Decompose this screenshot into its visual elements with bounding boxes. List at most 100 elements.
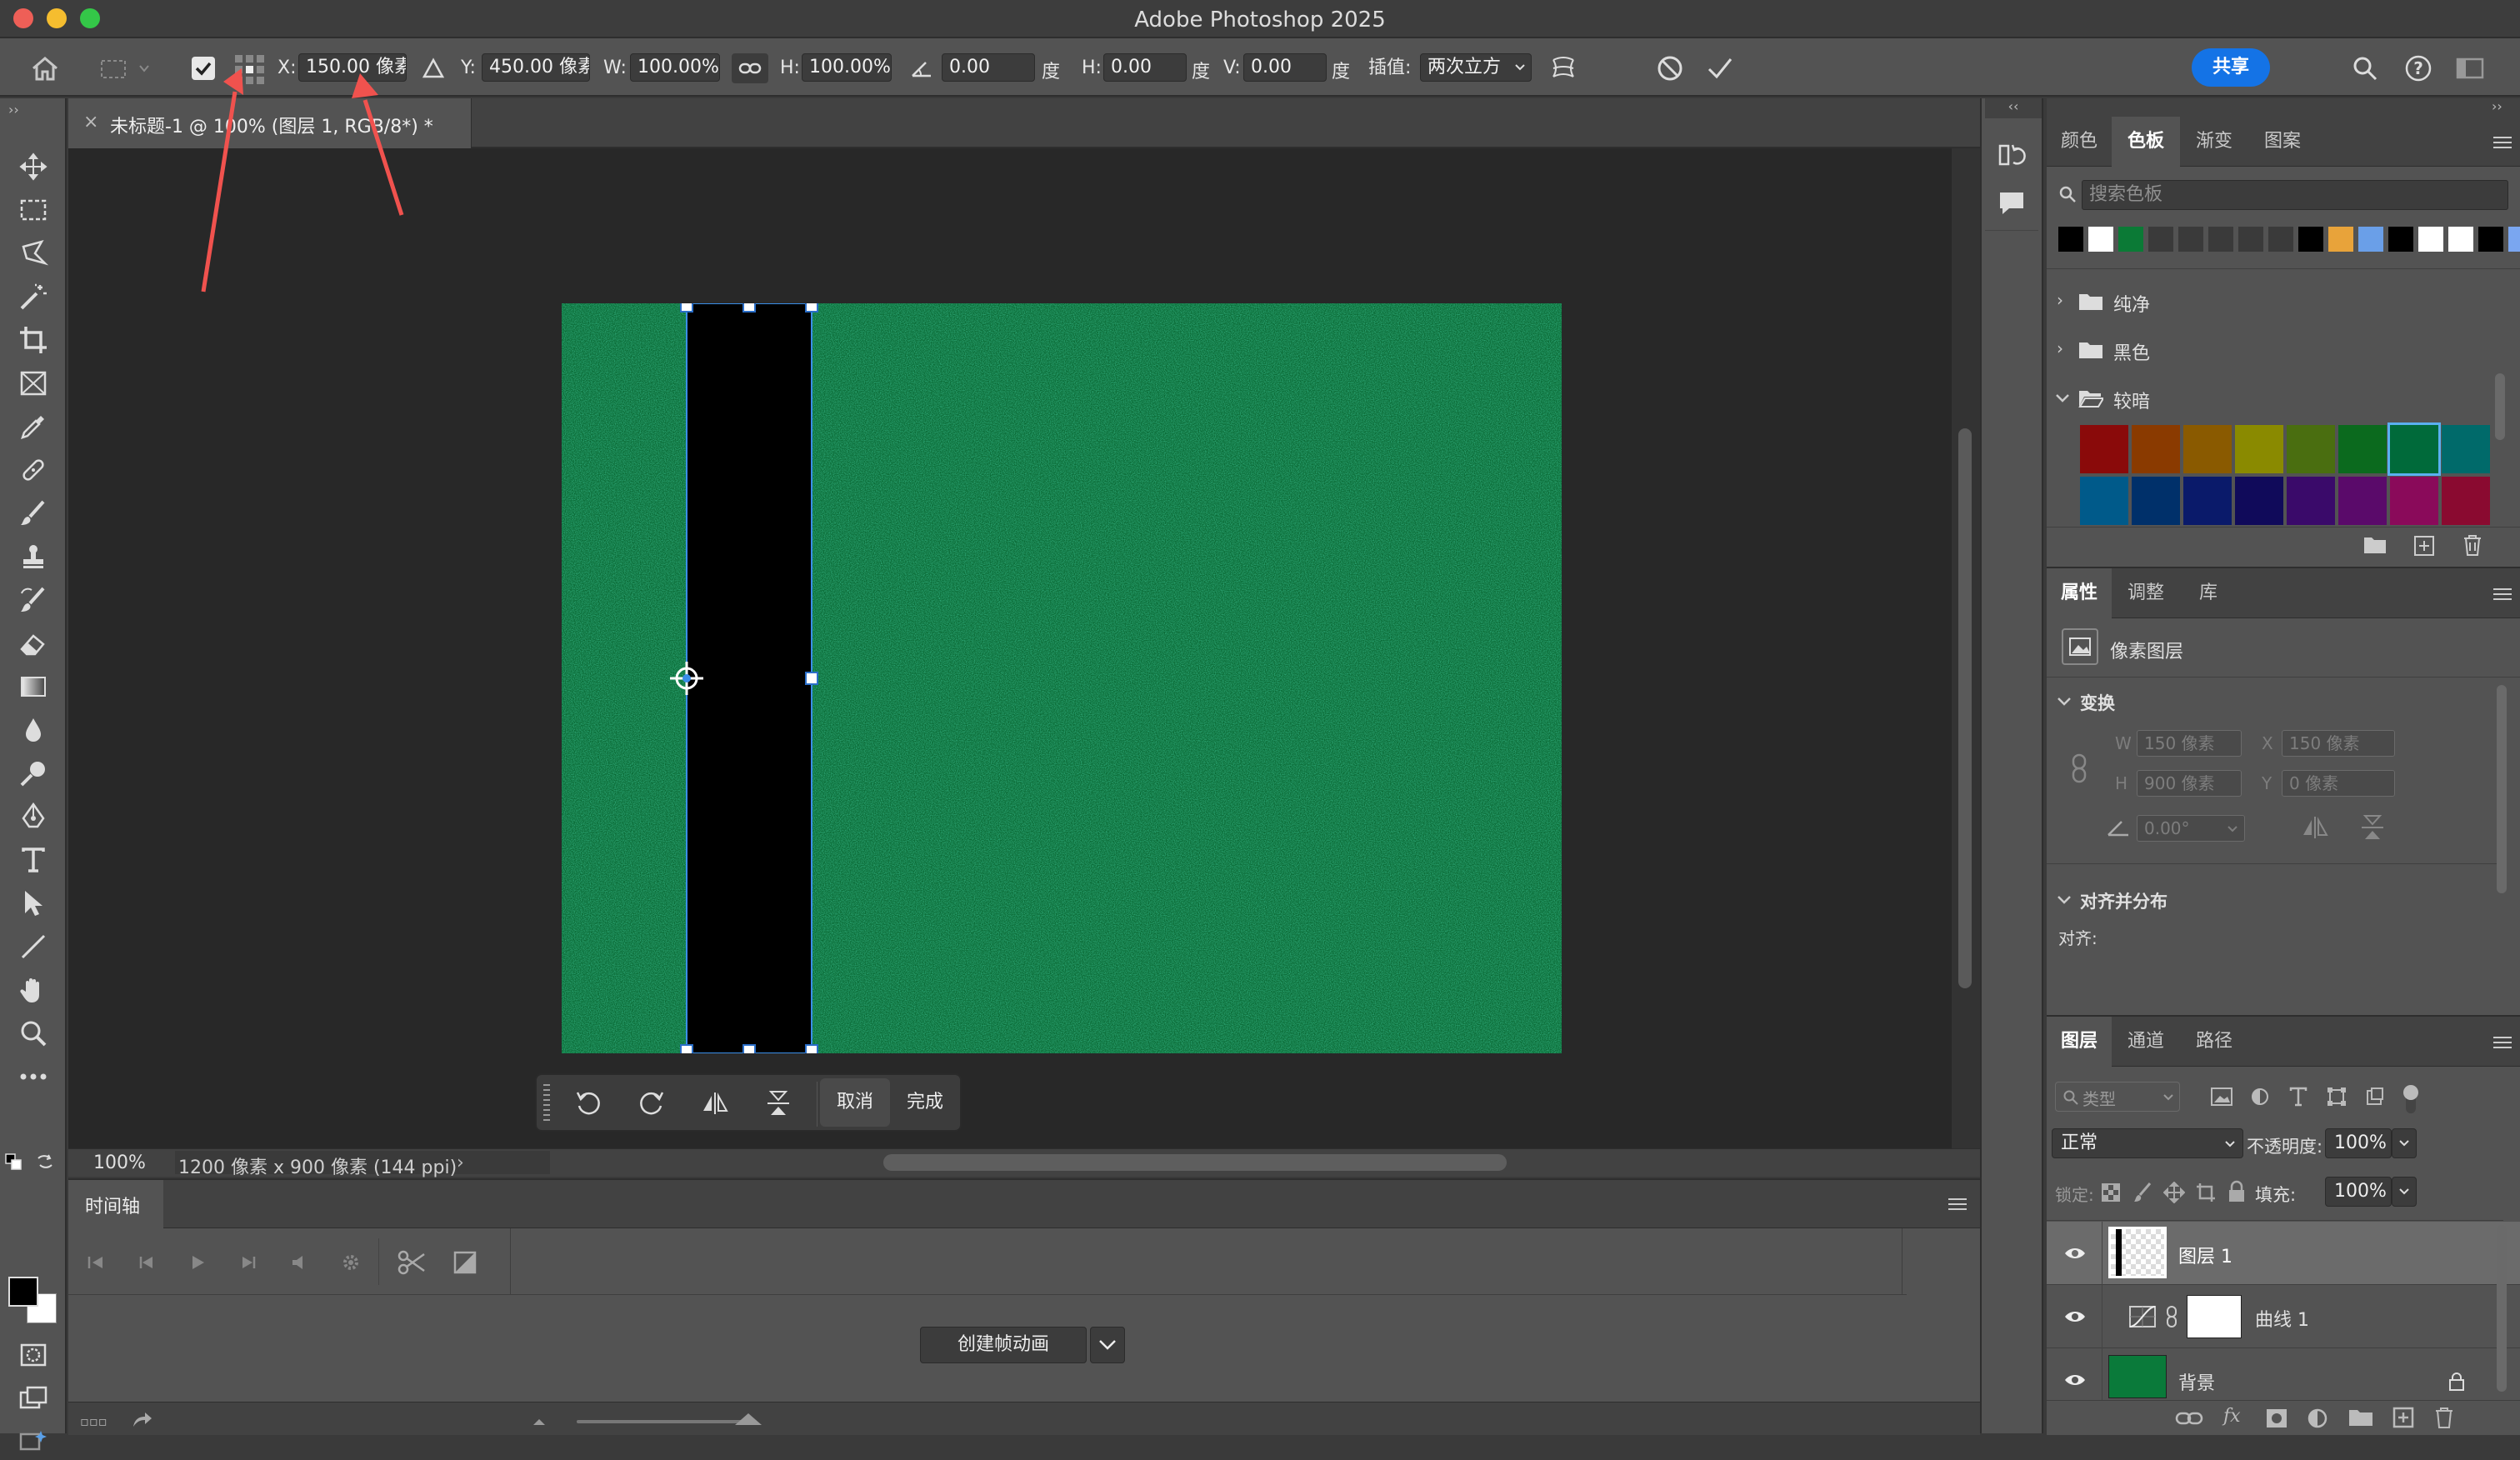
timeline-title[interactable]: 时间轴: [85, 1192, 140, 1218]
recent-swatch[interactable]: [2478, 227, 2503, 252]
commit-transform-icon[interactable]: [1703, 52, 1737, 85]
blend-mode-select[interactable]: 正常: [2052, 1128, 2243, 1158]
canvas-vertical-scrollbar[interactable]: [1952, 148, 1980, 1148]
color-swatch[interactable]: [2183, 477, 2232, 525]
timeline-menu-icon[interactable]: [1948, 1198, 1967, 1210]
color-swatch[interactable]: [2390, 477, 2438, 525]
recent-swatch[interactable]: [2058, 227, 2083, 252]
tab-color[interactable]: 颜色: [2047, 117, 2112, 167]
previous-frame-icon[interactable]: [132, 1250, 160, 1275]
layer-filter-select[interactable]: 类型: [2055, 1082, 2180, 1112]
comments-panel-icon[interactable]: [1993, 185, 2030, 222]
filter-shape-icon[interactable]: [2327, 1087, 2347, 1107]
lock-pixels-icon[interactable]: [2133, 1182, 2153, 1203]
lock-icon[interactable]: [2448, 1372, 2465, 1392]
recent-swatch[interactable]: [2268, 227, 2293, 252]
layer-1-thumbnail[interactable]: [2108, 1227, 2167, 1278]
collapse-panels-icon[interactable]: ››: [2492, 98, 2502, 114]
color-swatch[interactable]: [2442, 477, 2490, 525]
timeline-frames-icon[interactable]: ▫▫▫: [80, 1413, 108, 1429]
zoom-in-timeline-icon[interactable]: [732, 1410, 765, 1427]
drag-handle-icon[interactable]: [540, 1080, 553, 1127]
path-selection-tool-icon[interactable]: [15, 885, 52, 922]
layer-row-layer-1[interactable]: 图层 1: [2047, 1222, 2520, 1285]
opacity-dropdown[interactable]: [2392, 1128, 2417, 1158]
zoom-tool-icon[interactable]: [15, 1015, 52, 1052]
timeline-zoom-slider[interactable]: [577, 1420, 743, 1423]
fill-input[interactable]: 100%: [2325, 1177, 2392, 1207]
timeline-settings-icon[interactable]: [337, 1250, 365, 1275]
rotate-right-icon[interactable]: [633, 1087, 670, 1120]
lock-position-icon[interactable]: [2163, 1182, 2185, 1203]
chevron-down-icon[interactable]: [2057, 895, 2072, 905]
color-swatch[interactable]: [2080, 477, 2128, 525]
width-percent-input[interactable]: 100.00%: [630, 53, 720, 82]
visibility-eye-icon[interactable]: [2063, 1372, 2087, 1388]
recent-swatch[interactable]: [2238, 227, 2263, 252]
tab-layers[interactable]: 图层: [2047, 1017, 2112, 1067]
color-swatch[interactable]: [2338, 425, 2387, 473]
transform-handle-bottom-right[interactable]: [805, 1044, 818, 1053]
color-swatch[interactable]: [2183, 425, 2232, 473]
recent-swatch[interactable]: [2118, 227, 2143, 252]
zoom-level[interactable]: 100%: [93, 1152, 146, 1173]
rotate-left-icon[interactable]: [570, 1087, 607, 1120]
new-group-folder-icon[interactable]: [2363, 535, 2387, 555]
recent-swatch[interactable]: [2178, 227, 2203, 252]
gradient-tool-icon[interactable]: [15, 668, 52, 705]
foreground-color-swatch[interactable]: [8, 1277, 38, 1307]
flip-horizontal-icon[interactable]: [697, 1087, 733, 1120]
line-tool-icon[interactable]: [15, 928, 52, 965]
layers-menu-icon[interactable]: [2493, 1037, 2512, 1048]
document-info-chevron-icon[interactable]: ›: [457, 1152, 464, 1173]
animation-type-dropdown[interactable]: [1090, 1327, 1125, 1363]
link-dimensions-icon[interactable]: [2070, 753, 2088, 783]
new-adjustment-layer-icon[interactable]: [2307, 1408, 2328, 1429]
search-icon[interactable]: [2348, 52, 2382, 85]
play-icon[interactable]: [183, 1250, 212, 1275]
split-scissors-icon[interactable]: [395, 1248, 428, 1277]
frame-tool-icon[interactable]: [15, 365, 52, 402]
color-swatch[interactable]: [2132, 477, 2180, 525]
audio-icon[interactable]: [285, 1250, 313, 1275]
history-brush-tool-icon[interactable]: [15, 582, 52, 618]
transition-icon[interactable]: [448, 1248, 482, 1277]
more-tools-icon[interactable]: [15, 1058, 52, 1095]
magic-wand-tool-icon[interactable]: [15, 278, 52, 315]
background-thumbnail[interactable]: [2108, 1355, 2167, 1398]
document-info[interactable]: 1200 像素 x 900 像素 (144 ppi): [178, 1152, 457, 1179]
lock-all-icon[interactable]: [2227, 1180, 2247, 1203]
properties-menu-icon[interactable]: [2493, 588, 2512, 600]
swatch-group-dark[interactable]: 较暗: [2047, 378, 2503, 420]
lock-transparent-icon[interactable]: [2102, 1183, 2120, 1202]
default-colors-icon[interactable]: [5, 1153, 22, 1170]
black-rectangle-layer[interactable]: [687, 303, 812, 1053]
delete-layer-icon[interactable]: [2433, 1406, 2455, 1429]
layer-row-curves-1[interactable]: 曲线 1: [2047, 1285, 2520, 1348]
vertical-scroll-thumb[interactable]: [1958, 428, 1972, 988]
done-button[interactable]: 完成: [892, 1078, 958, 1127]
cancel-button[interactable]: 取消: [820, 1078, 890, 1127]
color-swatch[interactable]: [2132, 425, 2180, 473]
layer-mask-thumbnail[interactable]: [2187, 1295, 2242, 1338]
transform-handle-top-left[interactable]: [680, 303, 693, 312]
color-swatch[interactable]: [2388, 422, 2441, 476]
recent-swatch[interactable]: [2448, 227, 2473, 252]
filter-adjustment-icon[interactable]: [2250, 1087, 2270, 1107]
recent-swatch[interactable]: [2088, 227, 2113, 252]
new-group-icon[interactable]: [2348, 1408, 2373, 1428]
move-tool-icon[interactable]: [15, 148, 52, 185]
transform-handle-top-right[interactable]: [805, 303, 818, 312]
filter-smart-object-icon[interactable]: [2365, 1087, 2385, 1107]
screen-mode-icon[interactable]: [15, 1380, 52, 1417]
layer-name[interactable]: 图层 1: [2178, 1242, 2232, 1268]
share-button[interactable]: 共享: [2192, 48, 2270, 87]
generative-icon[interactable]: [15, 1423, 52, 1460]
tab-libraries[interactable]: 库: [2180, 568, 2237, 618]
crop-tool-icon[interactable]: [15, 322, 52, 358]
transform-handle-top[interactable]: [742, 303, 756, 312]
new-layer-icon[interactable]: [2392, 1406, 2415, 1429]
tab-paths[interactable]: 路径: [2180, 1017, 2248, 1067]
transform-handle-bottom-left[interactable]: [680, 1044, 693, 1053]
height-percent-input[interactable]: 100.00%: [802, 53, 892, 82]
